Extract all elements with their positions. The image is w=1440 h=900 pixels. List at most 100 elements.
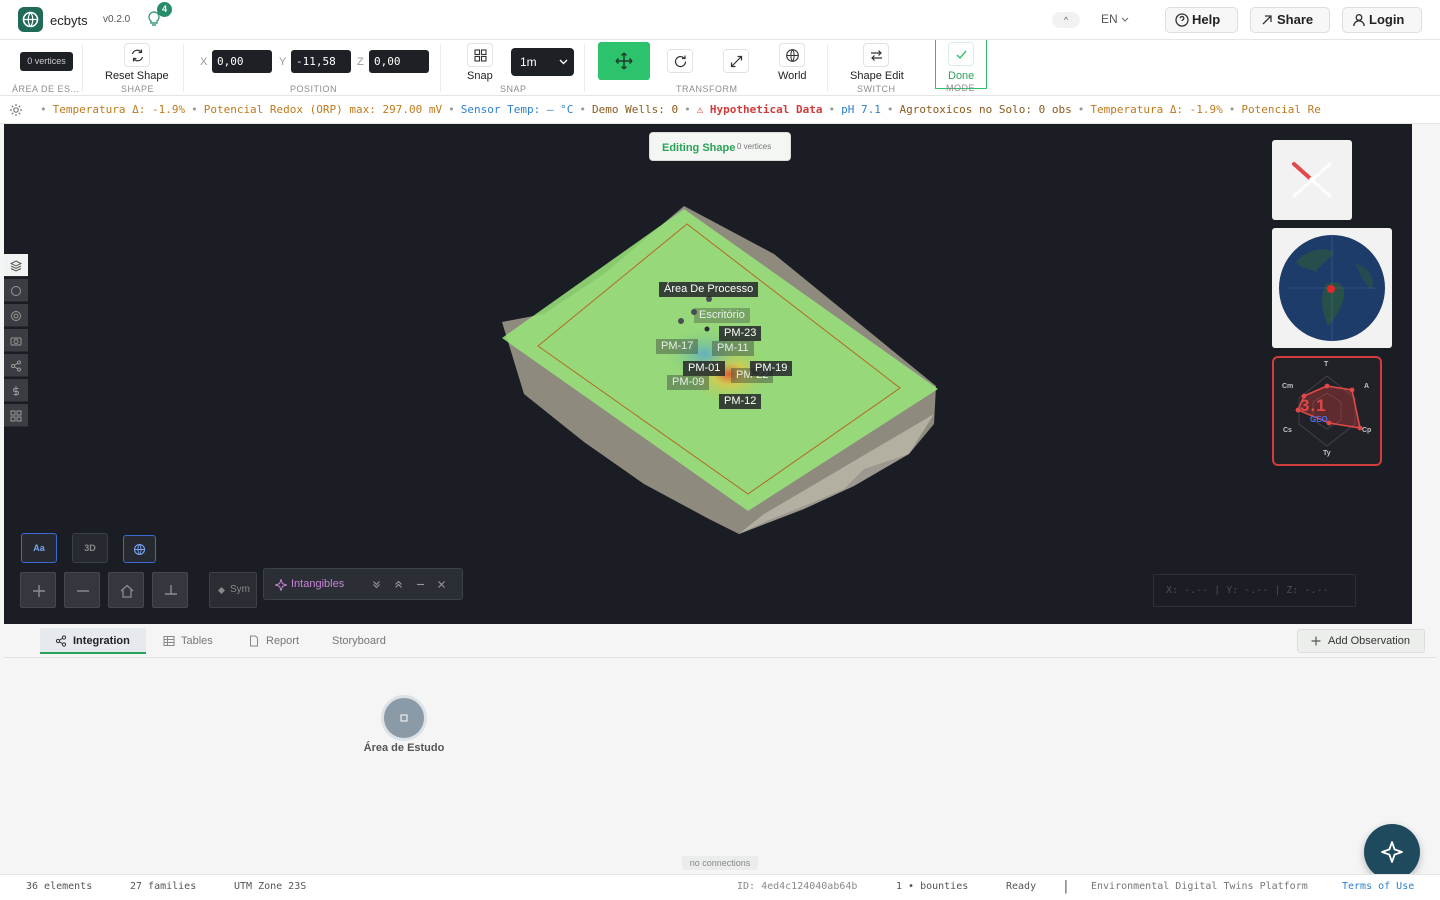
terms-of-use-link[interactable]: Terms of Use [1342, 881, 1414, 892]
ticker-separator: • [448, 103, 455, 116]
status-utm-zone: UTM Zone 23S [234, 881, 307, 892]
map-label-pm-09[interactable]: PM-09 [667, 375, 710, 390]
map-label-pm-11[interactable]: PM-11 [712, 341, 754, 356]
ai-assistant-button[interactable] [1364, 824, 1420, 880]
text-mode-button[interactable]: Aa [21, 533, 57, 563]
login-button[interactable]: Login [1342, 7, 1422, 33]
share-nodes-icon [11, 360, 21, 372]
left-rail-camera[interactable] [4, 329, 28, 352]
share-button[interactable]: Share [1250, 7, 1330, 33]
ground-view-button[interactable] [152, 572, 188, 608]
toolbar-divider [827, 44, 828, 92]
ticker-separator: • [579, 103, 586, 116]
ticker-item: ⚠ Hypothetical Data [696, 103, 823, 116]
graph-node-label: Área de Estudo [363, 742, 445, 754]
share-nodes-icon [55, 635, 67, 647]
globe-icon [786, 49, 799, 62]
app-logo[interactable] [18, 7, 43, 32]
globe-icon [133, 543, 146, 556]
intangibles-label: Intangibles [291, 578, 345, 590]
ticker-item: Temperatura Δ: -1.9% [1090, 103, 1223, 116]
done-check-box [948, 42, 974, 66]
collapse-all-icon[interactable] [394, 580, 403, 589]
map-label-pm-19[interactable]: PM-19 [750, 361, 793, 376]
left-rail-circle[interactable] [4, 279, 28, 302]
home-icon [120, 584, 134, 598]
graph-node-area-de-estudo[interactable] [381, 695, 427, 741]
world-label: World [778, 70, 807, 82]
help-button[interactable]: Help [1165, 7, 1238, 33]
3d-mode-button[interactable]: 3D [72, 533, 108, 563]
dollar-icon [13, 386, 19, 396]
snap-toggle-button[interactable] [467, 43, 493, 67]
shape-edit-switch-button[interactable] [863, 43, 889, 67]
minimize-icon[interactable] [416, 580, 425, 589]
x-position-input[interactable] [212, 50, 272, 73]
status-elements: 36 elements [26, 881, 93, 892]
done-mode-button[interactable]: Done MODE [935, 40, 987, 93]
radar-axis-cp: Cp [1362, 427, 1372, 434]
ticker-separator: • [886, 103, 894, 116]
move-tool-button[interactable] [598, 42, 650, 80]
tab-integration[interactable]: Integration [40, 628, 146, 654]
geo-radar-widget[interactable]: T A Cp Ty Cs Cm 3.1 GEO [1272, 356, 1382, 466]
close-icon[interactable] [437, 580, 446, 589]
radar-axis-a: A [1364, 383, 1370, 390]
left-rail-grid[interactable] [4, 404, 28, 427]
status-bar: 36 elements 27 families UTM Zone 23S ID:… [0, 874, 1440, 900]
world-space-button[interactable] [779, 43, 805, 67]
scale-tool-button[interactable] [723, 49, 749, 73]
language-select[interactable]: EN [1101, 12, 1129, 26]
status-platform: Environmental Digital Twins Platform [1091, 881, 1308, 892]
rotate-tool-button[interactable] [667, 49, 693, 73]
shape-edit-label: Shape Edit [850, 70, 904, 82]
globe-minimap[interactable] [1272, 228, 1392, 348]
toolbar-divider [440, 44, 441, 92]
cursor-coordinates-readout: X: -.-- | Y: -.-- | Z: -.-- [1153, 574, 1356, 607]
chevron-down-icon [1121, 17, 1129, 22]
left-rail-dollar[interactable] [4, 379, 28, 402]
left-rail-layers[interactable] [4, 254, 28, 277]
expand-all-icon[interactable] [372, 580, 381, 589]
zoom-in-button[interactable] [20, 572, 56, 608]
y-position-input[interactable] [291, 50, 351, 73]
3d-viewport[interactable]: Área De Processo Escritório PM-23 PM-17 … [4, 124, 1412, 624]
vertices-badge: 0 vertices [20, 52, 73, 71]
map-label-pm-23[interactable]: PM-23 [719, 326, 762, 341]
tab-storyboard[interactable]: Storyboard [332, 628, 386, 654]
map-label-pm-01[interactable]: PM-01 [683, 361, 726, 376]
user-icon [1353, 14, 1365, 27]
status-bounties[interactable]: 1 • bounties [896, 881, 968, 892]
switch-caption: SWITCH [857, 84, 896, 94]
tab-tables[interactable]: Tables [163, 628, 213, 654]
tab-report[interactable]: Report [248, 628, 299, 654]
compass-widget[interactable] [1272, 140, 1352, 220]
map-label-area-processo[interactable]: Área De Processo [659, 282, 759, 297]
ticker-separator: • [191, 103, 198, 116]
z-position-input[interactable] [369, 50, 429, 73]
symmetry-button[interactable]: Sym [209, 572, 257, 608]
globe-map-icon [1279, 235, 1385, 341]
left-rail-share[interactable] [4, 354, 28, 377]
well-marker [704, 326, 710, 332]
collapse-header-button[interactable]: ^ [1052, 12, 1080, 28]
reset-shape-button[interactable] [124, 43, 150, 67]
add-observation-button[interactable]: Add Observation [1297, 629, 1425, 653]
snap-distance-select[interactable]: 1m [511, 48, 574, 76]
globe-mode-button[interactable] [123, 535, 156, 563]
map-label-escritorio[interactable]: Escritório [694, 308, 750, 323]
map-label-pm-17[interactable]: PM-17 [656, 339, 699, 354]
gear-icon[interactable] [9, 103, 23, 117]
ticker-item: pH 7.1 [841, 103, 881, 116]
intangibles-panel[interactable]: Intangibles [263, 568, 463, 600]
zoom-out-button[interactable] [64, 572, 100, 608]
add-observation-label: Add Observation [1328, 635, 1410, 647]
rotate-icon [674, 55, 687, 68]
ticker-separator: • [684, 103, 691, 116]
ticker-item: Agrotoxicos no Solo: 0 obs [899, 103, 1072, 116]
editing-vertices-count: 0 vertices [737, 142, 772, 151]
left-rail-target[interactable] [4, 304, 28, 327]
login-label: Login [1369, 12, 1405, 27]
home-view-button[interactable] [108, 572, 144, 608]
map-label-pm-12[interactable]: PM-12 [719, 394, 762, 409]
